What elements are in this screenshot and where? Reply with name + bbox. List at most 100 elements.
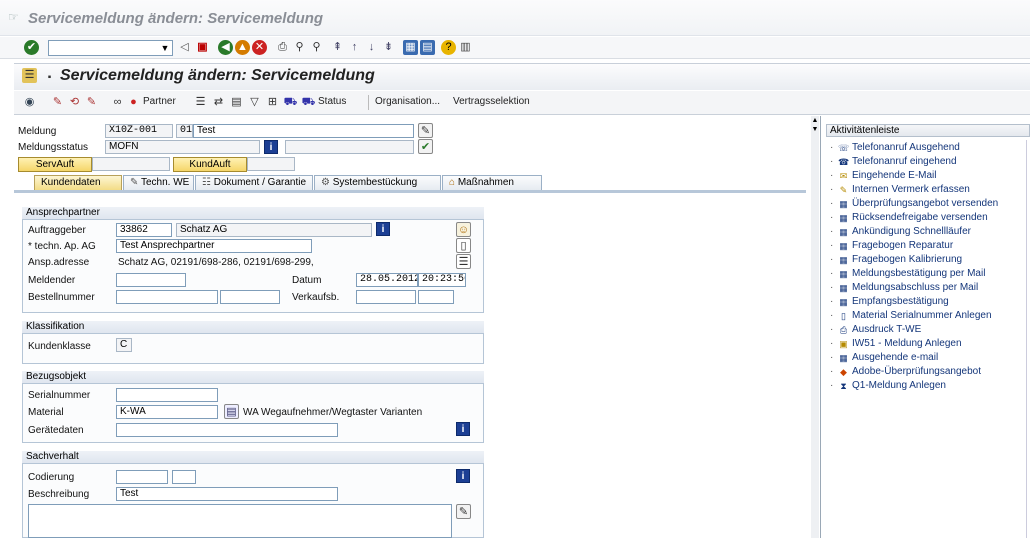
last-page-icon[interactable]: ⇟ (381, 40, 396, 55)
splitter-scrollbar[interactable] (811, 116, 819, 538)
scroll-up-icon[interactable]: ▲ (811, 117, 819, 125)
person-icon[interactable]: ☺ (456, 222, 471, 237)
activity-item[interactable]: · ◆ Adobe-Überprüfungsangebot (830, 366, 981, 377)
scroll-down-icon[interactable]: ▼ (811, 126, 819, 134)
back-icon[interactable]: ◀ (218, 40, 233, 55)
bestellnummer-field[interactable] (116, 290, 218, 304)
activity-item[interactable]: · ⧗ Q1-Meldung Anlegen (830, 380, 946, 391)
partner-icon[interactable]: ● (126, 95, 141, 110)
enter-icon[interactable]: ✔ (24, 40, 39, 55)
codierung-info-icon[interactable]: i (456, 469, 470, 483)
glasses-icon[interactable]: ∞ (110, 95, 125, 110)
partner-button[interactable]: Partner (143, 96, 176, 107)
activity-item[interactable]: · ✎ Internen Vermerk erfassen (830, 184, 970, 195)
hierarchy-icon[interactable]: ⊞ (265, 95, 280, 110)
activity-item[interactable]: · ▦ Meldungsbestätigung per Mail (830, 268, 985, 279)
material-field[interactable]: K-WA (116, 405, 218, 419)
tab-dokument-garantie[interactable]: ☷ Dokument / Garantie (195, 175, 313, 190)
codierung-group-field[interactable] (116, 470, 168, 484)
kundauft-button[interactable]: KundAuft (173, 157, 247, 172)
activity-item[interactable]: · ☎ Telefonanruf eingehend (830, 156, 957, 167)
zeit-field[interactable]: 20:23:56 (418, 273, 466, 287)
verkaufsb-extra-field[interactable] (418, 290, 454, 304)
meldung-label: Meldung (18, 126, 57, 137)
codierung-code-field[interactable] (172, 470, 196, 484)
transfer-icon[interactable]: ⇄ (211, 95, 226, 110)
tab-techn-we[interactable]: ✎ Techn. WE (123, 175, 194, 190)
activity-item[interactable]: · ✉ Eingehende E-Mail (830, 170, 937, 181)
kurztext-field[interactable]: Test (193, 124, 414, 138)
activity-item[interactable]: · ⎙ Ausdruck T-WE (830, 324, 921, 335)
filter-icon[interactable]: ▽ (247, 95, 262, 110)
prev-page-icon[interactable]: ↑ (347, 40, 362, 55)
dropdown-icon[interactable]: ▪ (42, 70, 57, 85)
long-text-edit-icon[interactable]: ✎ (456, 504, 471, 519)
edit-icon[interactable]: ✎ (84, 95, 99, 110)
activity-item[interactable]: · ▦ Ausgehende e-mail (830, 352, 938, 363)
email-icon: ✉ (839, 171, 848, 181)
activity-item[interactable]: · ▦ Meldungsabschluss per Mail (830, 282, 978, 293)
tab-systembestueckung[interactable]: ⚙ Systembestückung (314, 175, 441, 190)
long-text-area[interactable] (28, 504, 452, 538)
truck-icon[interactable]: ⛟ (283, 95, 298, 110)
other-icon[interactable]: ⟲ (67, 95, 82, 110)
tab-massnahmen[interactable]: ⌂ Maßnahmen (442, 175, 542, 190)
auftraggeber-info-icon[interactable]: i (376, 222, 390, 236)
next-page-icon[interactable]: ↓ (364, 40, 379, 55)
bestelldatum-field[interactable] (220, 290, 280, 304)
geraetedaten-field[interactable] (116, 423, 338, 437)
datum-field[interactable]: 28.05.2012 (356, 273, 418, 287)
chevron-down-icon[interactable]: ▼ (158, 41, 172, 55)
techn-ap-field[interactable]: Test Ansprechpartner (116, 239, 312, 253)
material-details-icon[interactable]: ▤ (224, 404, 239, 419)
geraetedaten-info-icon[interactable]: i (456, 422, 470, 436)
display-icon[interactable]: ◉ (22, 95, 37, 110)
vertragsselektion-button[interactable]: Vertragsselektion (453, 96, 530, 107)
activity-item[interactable]: · ▦ Empfangsbestätigung (830, 296, 949, 307)
status-approve-icon[interactable]: ✔ (418, 139, 433, 154)
list-icon[interactable]: ☰ (193, 95, 208, 110)
activity-item[interactable]: · ▣ IW51 - Meldung Anlegen (830, 338, 962, 349)
long-text-icon[interactable]: ✎ (418, 123, 433, 138)
servauft-field (92, 157, 170, 171)
find-icon[interactable]: ⚲ (292, 40, 307, 55)
serialnummer-field[interactable] (116, 388, 218, 402)
activity-item[interactable]: · ☏ Telefonanruf Ausgehend (830, 142, 960, 153)
form-icon: ▦ (839, 297, 848, 307)
shortcut-icon[interactable]: ▤ (420, 40, 435, 55)
meldender-field[interactable] (116, 273, 186, 287)
status-info-icon[interactable]: i (264, 140, 278, 154)
window-menu-icon[interactable]: ☞ (8, 10, 22, 24)
beschreibung-field[interactable]: Test (116, 487, 338, 501)
first-page-icon[interactable]: ⇞ (330, 40, 345, 55)
help-icon[interactable]: ? (441, 40, 456, 55)
auftraggeber-number-field[interactable]: 33862 (116, 223, 172, 237)
organisation-button[interactable]: Organisation... (375, 96, 440, 107)
change-icon[interactable]: ✎ (50, 95, 65, 110)
print-icon[interactable]: ⎙ (275, 40, 290, 55)
new-session-icon[interactable]: ▦ (403, 40, 418, 55)
layout-menu-icon[interactable]: ▥ (458, 40, 473, 55)
tab-kundendaten[interactable]: Kundendaten (34, 175, 122, 190)
status-truck-icon[interactable]: ⛟ (301, 95, 316, 110)
document-flow-icon[interactable]: ▤ (229, 95, 244, 110)
menu-icon[interactable]: ☰ (22, 68, 37, 83)
address-list-icon[interactable]: ☰ (456, 254, 471, 269)
exit-icon[interactable]: ▲ (235, 40, 250, 55)
verkaufsb-field[interactable] (356, 290, 416, 304)
activity-item[interactable]: · ▦ Rücksendefreigabe versenden (830, 212, 988, 223)
activity-item[interactable]: · ▯ Material Serialnummer Anlegen (830, 310, 992, 321)
back-arrow-icon[interactable]: ◁ (177, 40, 192, 55)
activity-item[interactable]: · ▦ Überprüfungsangebot versenden (830, 198, 998, 209)
save-icon[interactable]: ▣ (195, 40, 210, 55)
document-icon[interactable]: ▯ (456, 238, 471, 253)
servauft-button[interactable]: ServAuft (18, 157, 92, 172)
activity-item[interactable]: · ▦ Ankündigung Schnellläufer (830, 226, 971, 237)
activity-panel-scrollbar[interactable] (1026, 140, 1027, 538)
find-next-icon[interactable]: ⚲ (309, 40, 324, 55)
activity-item[interactable]: · ▦ Fragebogen Reparatur (830, 240, 953, 251)
status-button[interactable]: Status (318, 96, 346, 107)
command-field[interactable] (48, 40, 173, 56)
activity-item[interactable]: · ▦ Fragebogen Kalibrierung (830, 254, 962, 265)
cancel-icon[interactable]: ✕ (252, 40, 267, 55)
